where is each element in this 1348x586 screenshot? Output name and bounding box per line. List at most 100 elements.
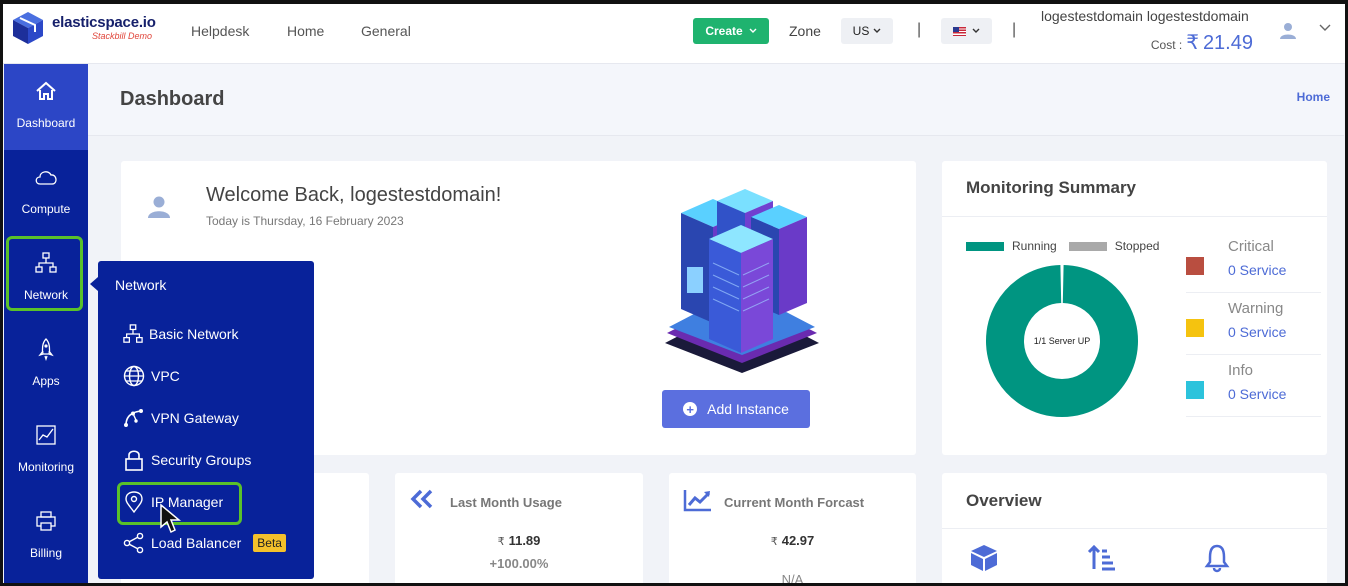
monitoring-summary-card: Monitoring Summary Running Stopped 1/1 S… [942, 161, 1327, 455]
beta-badge: Beta [253, 534, 286, 552]
sidebar-item-apps[interactable]: Apps [4, 322, 88, 408]
overview-title: Overview [966, 491, 1042, 510]
header-separator: | [917, 21, 922, 38]
welcome-title: Welcome Back, logestestdomain! [206, 184, 502, 206]
printer-icon [36, 511, 56, 531]
status-row-critical: Critical 0 Service [1186, 231, 1321, 293]
sidebar-item-compute[interactable]: Compute [4, 150, 88, 236]
zone-value: US [852, 24, 870, 38]
sidebar-item-monitoring[interactable]: Monitoring [4, 408, 88, 494]
mouse-cursor-icon [160, 503, 182, 534]
menu-item-label: Basic Network [149, 326, 239, 342]
menu-item-label: Security Groups [151, 452, 252, 468]
sidebar-item-label: Billing [29, 546, 62, 560]
cost-currency: ₹ [1186, 32, 1199, 54]
stat-card-last-month: Last Month Usage ₹11.89 +100.00% [395, 473, 643, 586]
legend-swatch-stopped [1068, 241, 1107, 251]
menu-item-vpn-gateway[interactable]: VPN Gateway [123, 405, 239, 431]
status-value[interactable]: 0 Service [1228, 324, 1286, 340]
chevron-down-icon [749, 28, 757, 33]
chevron-down-icon [972, 28, 980, 33]
rocket-icon [38, 338, 54, 361]
legend-swatch-running [966, 241, 1004, 251]
add-instance-button[interactable]: + Add Instance [662, 390, 810, 428]
status-row-info: Info 0 Service [1186, 355, 1321, 417]
menu-item-load-balancer[interactable]: Load Balancer Beta [123, 530, 286, 556]
plus-circle-icon: + [683, 402, 698, 416]
box-icon [971, 545, 997, 571]
cloud-icon [35, 171, 57, 185]
sidebar-item-dashboard[interactable]: Dashboard [4, 64, 88, 150]
menu-item-label: VPC [151, 368, 180, 384]
server-status-donut: 1/1 Server UP [986, 265, 1138, 417]
share-icon [123, 532, 144, 554]
us-flag-icon [953, 26, 966, 36]
zone-select[interactable]: US [841, 18, 893, 44]
status-name: Critical [1228, 238, 1274, 255]
lock-icon [125, 450, 143, 471]
nav-home[interactable]: Home [287, 23, 324, 39]
menu-item-label: Load Balancer [151, 535, 242, 551]
brand-logo[interactable]: elasticspace.io Stackbill Demo [10, 10, 156, 46]
menu-item-basic-network[interactable]: Basic Network [123, 321, 238, 347]
chevron-down-icon [873, 28, 881, 33]
language-select[interactable] [941, 18, 992, 44]
stat-value: ₹42.97 [669, 533, 916, 548]
sidebar-item-label: Apps [32, 374, 60, 388]
brand-tagline: Stackbill Demo [92, 31, 153, 41]
info-swatch [1186, 381, 1204, 399]
trend-chart-icon [683, 490, 711, 512]
sidebar: Dashboard Compute Network Apps Monitorin… [4, 64, 88, 586]
divider [942, 216, 1327, 217]
vpn-icon [124, 409, 143, 427]
user-avatar-icon [148, 196, 170, 218]
brand-name: elasticspace.io [52, 14, 156, 31]
flyout-title: Network [115, 277, 167, 293]
sidebar-item-billing[interactable]: Billing [4, 494, 88, 580]
network-flyout-menu: Network Basic Network VPC VPN Gateway Se… [90, 261, 314, 579]
zone-label: Zone [789, 23, 821, 39]
location-pin-icon [125, 491, 143, 513]
breadcrumb-home[interactable]: Home [1297, 90, 1330, 104]
create-label: Create [705, 24, 743, 38]
page-title: Dashboard [120, 88, 225, 110]
cube-logo-icon [13, 12, 43, 44]
status-name: Info [1228, 362, 1254, 379]
stat-value: ₹11.89 [395, 533, 643, 548]
monitoring-title: Monitoring Summary [966, 178, 1137, 197]
sidebar-item-label: Network [23, 288, 68, 302]
user-menu-chevron-icon[interactable] [1319, 24, 1331, 32]
bell-icon [1204, 544, 1230, 573]
double-chevron-left-icon [410, 489, 433, 509]
menu-item-security-groups[interactable]: Security Groups [123, 447, 251, 473]
menu-item-label: VPN Gateway [151, 410, 239, 426]
divider [942, 528, 1327, 529]
user-name: logestestdomain logestestdomain [1041, 8, 1249, 24]
menu-item-vpc[interactable]: VPC [123, 363, 180, 389]
sidebar-item-label: Monitoring [17, 460, 75, 474]
network-icon [35, 252, 57, 273]
user-avatar-icon[interactable] [1279, 22, 1297, 40]
create-button[interactable]: Create [693, 18, 769, 44]
stat-title: Last Month Usage [450, 495, 562, 510]
nav-general[interactable]: General [361, 23, 411, 39]
nav-helpdesk[interactable]: Helpdesk [191, 23, 249, 39]
critical-swatch [1186, 257, 1204, 275]
sort-amount-icon [1087, 544, 1115, 571]
sidebar-item-label: Compute [21, 202, 71, 216]
currency-symbol: ₹ [770, 536, 778, 548]
top-bar: elasticspace.io Stackbill Demo Helpdesk … [0, 0, 1348, 64]
legend-stopped-label: Stopped [1114, 239, 1160, 253]
chart-legend: Running Stopped [966, 239, 1159, 253]
cost-label: Cost : [1150, 38, 1183, 52]
home-icon [36, 81, 56, 100]
status-value[interactable]: 0 Service [1228, 262, 1286, 278]
warning-swatch [1186, 319, 1204, 337]
globe-icon [123, 365, 145, 387]
chart-icon [36, 425, 56, 445]
sidebar-item-network[interactable]: Network [4, 236, 88, 322]
stat-change: +100.00% [489, 556, 549, 571]
header-separator: | [1012, 21, 1017, 38]
status-value[interactable]: 0 Service [1228, 386, 1286, 402]
stat-title: Current Month Forcast [724, 495, 865, 510]
